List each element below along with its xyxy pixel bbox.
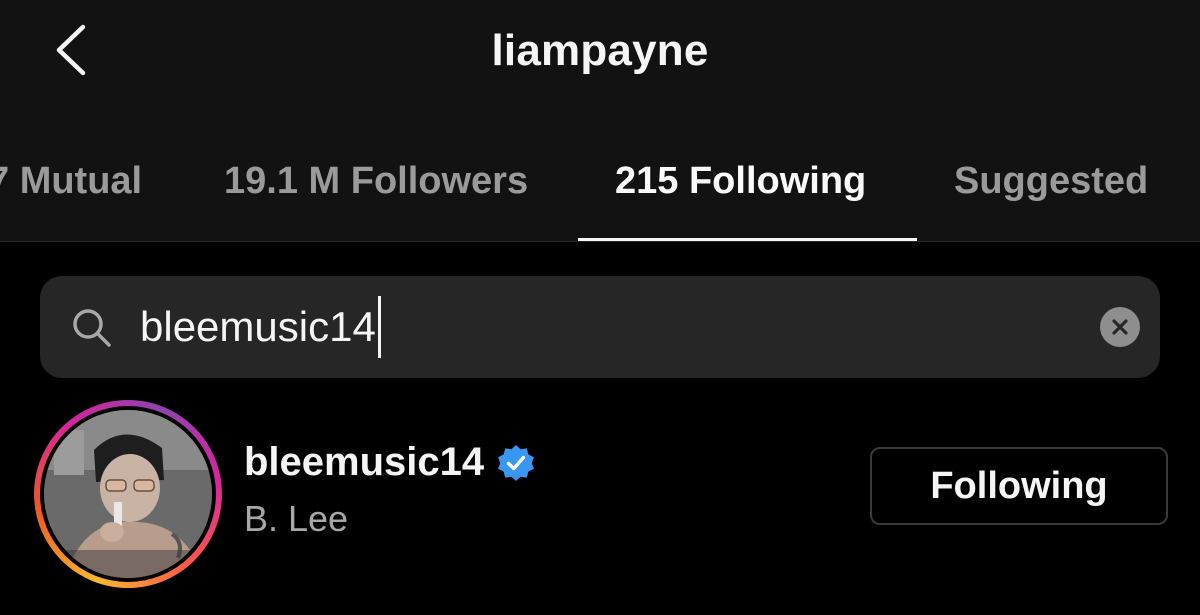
top-header: liampayne 7 Mutual 19.1 M Followers 215 …	[0, 0, 1200, 242]
follow-tabs: 7 Mutual 19.1 M Followers 215 Following …	[0, 150, 1200, 242]
search-icon	[73, 309, 111, 347]
profile-username-title: liampayne	[491, 26, 709, 75]
avatar-photo	[44, 410, 212, 578]
result-username[interactable]: bleemusic14	[244, 440, 484, 485]
tab-following[interactable]: 215 Following	[615, 150, 866, 212]
clear-search-button[interactable]	[1100, 307, 1140, 347]
verified-badge-icon	[498, 444, 535, 481]
story-ring[interactable]	[34, 400, 222, 588]
tab-suggested[interactable]: Suggested	[954, 150, 1148, 212]
search-input[interactable]: bleemusic14	[140, 296, 381, 358]
search-bar[interactable]: bleemusic14	[40, 276, 1160, 378]
tab-mutual[interactable]: 7 Mutual	[0, 150, 142, 212]
clear-icon	[1112, 319, 1128, 335]
following-button[interactable]: Following	[870, 447, 1168, 525]
search-result-row[interactable]: bleemusic14 B. Lee Following	[0, 396, 1200, 596]
app-screen: liampayne 7 Mutual 19.1 M Followers 215 …	[0, 0, 1200, 615]
avatar	[44, 410, 212, 578]
username-line: bleemusic14	[244, 440, 536, 485]
tab-followers[interactable]: 19.1 M Followers	[224, 150, 528, 212]
result-full-name: B. Lee	[244, 498, 349, 539]
tabs-divider	[0, 241, 1200, 242]
